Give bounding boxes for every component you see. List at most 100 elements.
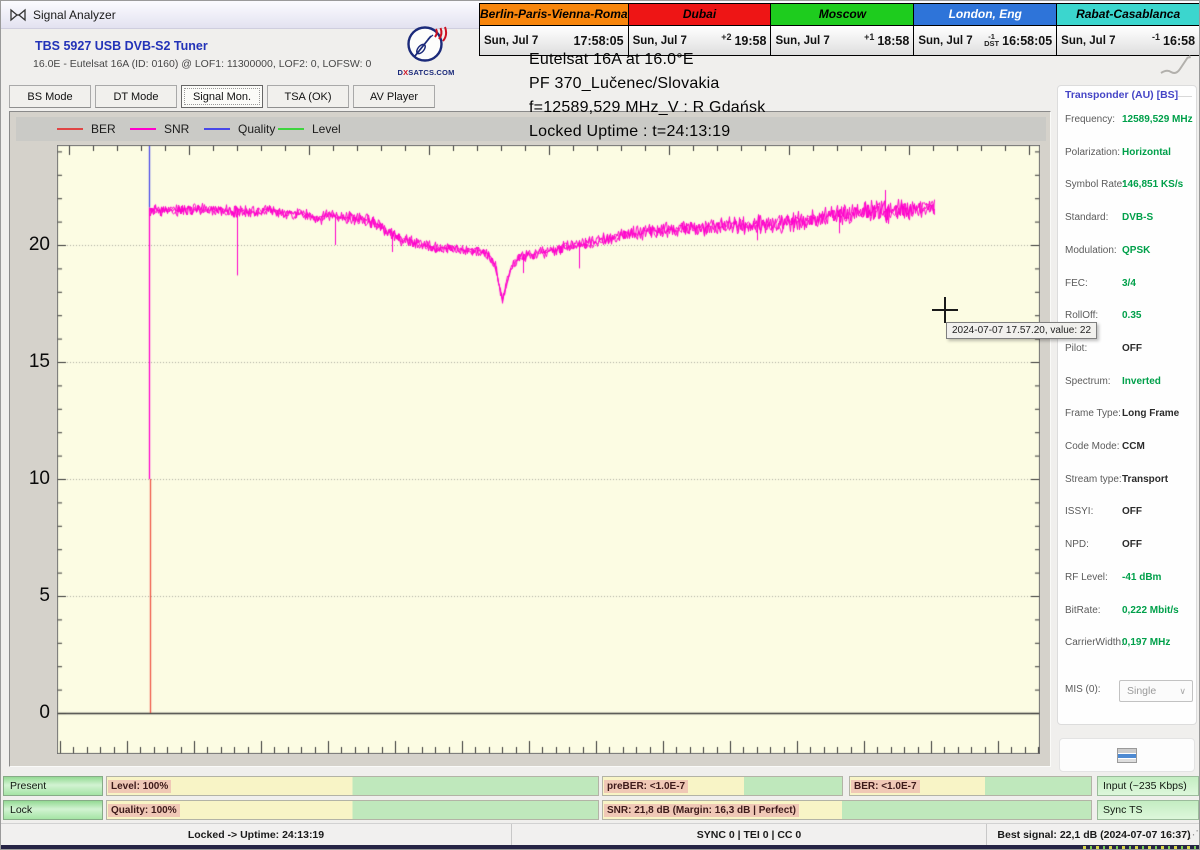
screenshot-button[interactable] [1059, 738, 1195, 772]
overlay-line-site: PF 370_Lučenec/Slovakia [529, 75, 765, 99]
transponder-label: ISSYI: [1065, 506, 1093, 517]
transponder-label: Polarization: [1065, 147, 1120, 158]
stripes-icon [1117, 748, 1137, 763]
transponder-row-rf-level: RF Level: -41 dBm [1065, 572, 1193, 586]
clock-time: 18:58 [877, 34, 909, 48]
pen-signature-icon [1159, 53, 1193, 77]
offset-dst: DST [984, 40, 999, 47]
transponder-row-carrierwidth: CarrierWidth:0,197 MHz [1065, 637, 1193, 651]
tab-av-player[interactable]: AV Player [353, 85, 435, 108]
tuner-title: TBS 5927 USB DVB-S2 Tuner [35, 39, 208, 53]
legend-label: BER [91, 122, 116, 136]
transponder-value: 0,197 MHz [1122, 637, 1170, 648]
y-axis-label-0: 0 [18, 702, 50, 724]
ber-bar: BER: <1.0E-7 [849, 776, 1092, 796]
tab-bs-mode[interactable]: BS Mode [9, 85, 91, 108]
lock-bar: Lock [3, 800, 103, 820]
snr-chart-canvas[interactable] [57, 145, 1040, 754]
transponder-row-npd: NPD: OFF [1065, 539, 1193, 553]
clock-utc-offset: -1 [1152, 32, 1160, 42]
clock-city-label: Moscow [771, 4, 913, 26]
transponder-row-bitrate: BitRate:0,222 Mbit/s [1065, 605, 1193, 619]
transponder-row-frame-type: Frame Type:Long Frame [1065, 408, 1193, 422]
transponder-label: Pilot: [1065, 343, 1087, 354]
transponder-label: Frequency: [1065, 114, 1115, 125]
satellite-dish-icon [404, 25, 448, 65]
logo-text-rest: SATCS.COM [408, 68, 454, 77]
transponder-value: DVB-S [1122, 212, 1153, 223]
chart-tooltip: 2024-07-07 17.57.20, value: 22 [946, 322, 1097, 339]
transponder-label: NPD: [1065, 539, 1089, 550]
status-bar: ⋰ Locked -> Uptime: 24:13:19SYNC 0 | TEI… [1, 823, 1200, 845]
transponder-value: -41 dBm [1122, 572, 1161, 583]
mis-dropdown-value: Single [1127, 685, 1156, 697]
overlay-line-satellite: Eutelsat 16A at 16.0°E [529, 51, 765, 75]
dxsatcs-logo: DXSATCS.COM [397, 25, 455, 77]
overlay-line-uptime: Locked Uptime : t=24:13:19 [529, 123, 765, 147]
clock-time: 16:58 [1163, 34, 1195, 48]
preber-label: preBER: <1.0E-7 [604, 780, 688, 793]
status-sync-counters: SYNC 0 | TEI 0 | CC 0 [511, 824, 986, 846]
overlay-info: Eutelsat 16A at 16.0°E PF 370_Lučenec/Sl… [529, 51, 765, 147]
transponder-panel: Transponder (AU) [BS] Frequency: 12589,52… [1057, 85, 1197, 725]
legend-label: Level [312, 122, 341, 136]
clock-time-row: Sun, Jul 7-116:58 [1057, 26, 1199, 55]
legend-swatch [57, 128, 83, 130]
transponder-label: Standard: [1065, 212, 1108, 223]
transponder-value: CCM [1122, 441, 1145, 452]
transponder-value: OFF [1122, 506, 1142, 517]
transponder-value: Horizontal [1122, 147, 1171, 158]
legend-item-quality: Quality [204, 117, 275, 141]
legend-label: Quality [238, 122, 275, 136]
tab-tsa-ok[interactable]: TSA (OK) [267, 85, 349, 108]
transponder-row-stream-type: Stream type:Transport [1065, 474, 1193, 488]
clock-column-rabat-casablanca: Rabat-CasablancaSun, Jul 7-116:58 [1057, 4, 1199, 55]
tuner-subtitle: 16.0E - Eutelsat 16A (ID: 0160) @ LOF1: … [33, 58, 371, 70]
clock-column-moscow: Moscow Sun, Jul 7 +118:58 [771, 4, 914, 55]
transponder-value: OFF [1122, 539, 1142, 550]
transponder-label: RF Level: [1065, 572, 1108, 583]
transponder-value: 12589,529 MHz [1122, 114, 1193, 125]
legend-swatch [204, 128, 230, 130]
overlay-line-frequency: f=12589,529 MHz_V : R Gdańsk [529, 99, 765, 123]
transponder-label: MIS (0): [1065, 684, 1101, 695]
transponder-row-standard: Standard: DVB-S [1065, 212, 1193, 226]
transponder-row-code-mode: Code Mode:CCM [1065, 441, 1193, 455]
transponder-label: Code Mode: [1065, 441, 1119, 452]
level-label: Level: 100% [108, 780, 171, 793]
tab-dt-mode[interactable]: DT Mode [95, 85, 177, 108]
clock-time: 17:58:05 [574, 34, 624, 48]
clock-time-row: Sun, Jul 7 +118:58 [771, 26, 913, 55]
chart-panel: BERSNRQualityLevel 2024-07-07 17.57.20, … [9, 111, 1051, 767]
transponder-row-fec: FEC:3/4 [1065, 278, 1193, 292]
mis-dropdown[interactable]: Single∨ [1119, 680, 1193, 702]
clock-date: Sun, Jul 7 [484, 35, 538, 47]
clock-column-london-eng: London, EngSun, Jul 7-1DST16:58:05 [914, 4, 1057, 55]
tab-signal-mon[interactable]: Signal Mon. [181, 85, 263, 108]
preber-bar: preBER: <1.0E-7 [602, 776, 843, 796]
transponder-title: Transponder (AU) [BS] [1065, 89, 1178, 101]
transponder-label: CarrierWidth: [1065, 637, 1124, 648]
transponder-value: 146,851 KS/s [1122, 179, 1183, 190]
transponder-label: RollOff: [1065, 310, 1098, 321]
transponder-label: Frame Type: [1065, 408, 1121, 419]
clock-utc-offset: -1DST [984, 33, 999, 47]
clock-utc-offset: +1 [864, 32, 874, 42]
transponder-row-mis: MIS (0):Single∨ [1065, 684, 1193, 698]
ber-label: BER: <1.0E-7 [851, 780, 920, 793]
y-axis-label-15: 15 [18, 351, 50, 373]
world-clock-bar: Berlin-Paris-Vienna-RomaSun, Jul 717:58:… [479, 3, 1200, 56]
transponder-label: Spectrum: [1065, 376, 1111, 387]
present-bar: Present [3, 776, 103, 796]
tab-bar: BS ModeDT ModeSignal Mon.TSA (OK)AV Play… [9, 85, 435, 108]
transponder-label: BitRate: [1065, 605, 1101, 616]
clock-date: Sun, Jul 7 [775, 35, 829, 47]
snr-label: SNR: 21,8 dB (Margin: 16,3 dB | Perfect) [604, 804, 799, 817]
clock-time: 19:58 [734, 34, 766, 48]
transponder-value: 3/4 [1122, 278, 1136, 289]
clock-column-dubai: DubaiSun, Jul 7+219:58 [629, 4, 772, 55]
transponder-value: 0.35 [1122, 310, 1141, 321]
level-bar: Level: 100% [106, 776, 599, 796]
transponder-value: Inverted [1122, 376, 1161, 387]
transponder-label: Modulation: [1065, 245, 1117, 256]
